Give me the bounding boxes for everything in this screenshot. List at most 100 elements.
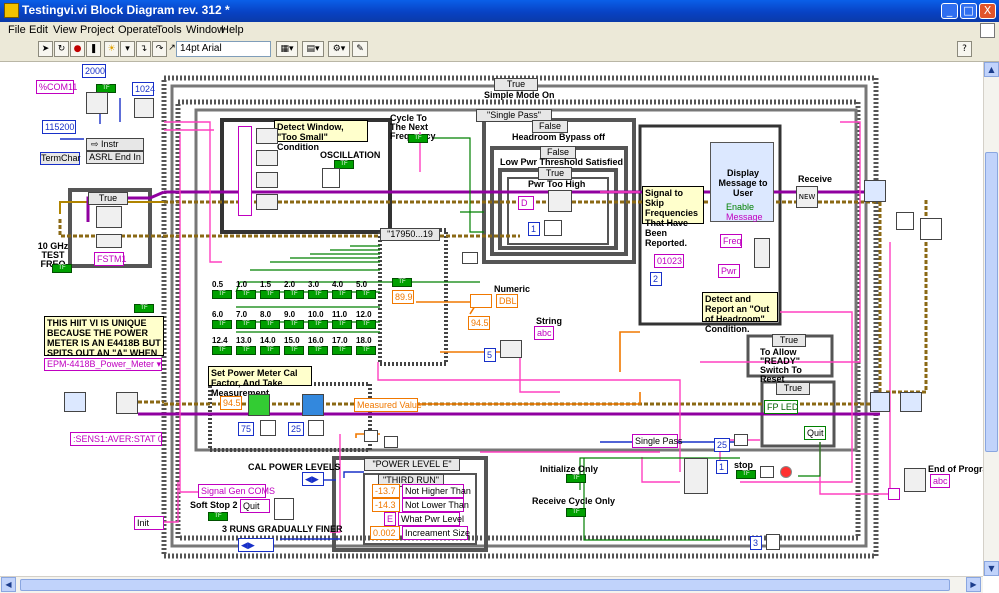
cycle-next-frequency-boolean[interactable]: TF bbox=[408, 134, 428, 143]
run-arrow-icon[interactable]: ➤ bbox=[38, 41, 53, 57]
index-three-constant[interactable]: 3 bbox=[750, 536, 762, 550]
freq-boolean[interactable]: TF bbox=[212, 290, 232, 299]
merge-errors-node[interactable] bbox=[896, 212, 914, 230]
block-diagram-canvas[interactable]: 2000 TF %COM11 1024 115200 ⇨ Instr ASRL … bbox=[0, 62, 983, 576]
freq-boolean[interactable]: TF bbox=[356, 320, 376, 329]
scroll-up-icon[interactable]: ▲ bbox=[984, 62, 999, 77]
distribute-objects-icon[interactable]: ▤▾ bbox=[302, 41, 324, 57]
abort-icon[interactable]: ● bbox=[70, 41, 85, 57]
signal-gen-coms-control[interactable]: Signal Gen COMS bbox=[198, 484, 275, 498]
loop-stop-terminal-icon[interactable] bbox=[780, 466, 792, 478]
case-selector-power-level[interactable]: "POWER LEVEL E" bbox=[364, 458, 460, 471]
sens-aver-stat-string[interactable]: :SENS1:AVER:STAT 0 bbox=[70, 432, 163, 446]
pwr-local[interactable]: Pwr bbox=[718, 264, 740, 278]
or-node-stop[interactable] bbox=[760, 466, 774, 478]
power-meter-measure-vi[interactable] bbox=[302, 394, 324, 416]
vertical-scrollbar[interactable]: ▲ ▼ bbox=[983, 62, 999, 576]
not-lower-than-local[interactable]: Not Lower Than bbox=[402, 498, 469, 512]
menu-view[interactable]: View bbox=[53, 24, 77, 36]
visa-write-inner-vi[interactable] bbox=[548, 190, 572, 212]
step-into-icon[interactable]: ↴ bbox=[136, 41, 151, 57]
freq-boolean[interactable]: TF bbox=[236, 320, 256, 329]
index-one-b-constant[interactable]: 1 bbox=[716, 460, 728, 474]
freq-boolean[interactable]: TF bbox=[308, 320, 328, 329]
freq-boolean[interactable]: TF bbox=[212, 320, 232, 329]
freq-boolean[interactable]: TF bbox=[356, 346, 376, 355]
freq-boolean[interactable]: TF bbox=[332, 290, 352, 299]
menu-tools[interactable]: Tools bbox=[156, 24, 182, 36]
or-gate-left[interactable] bbox=[274, 498, 294, 520]
menu-file[interactable]: File bbox=[8, 24, 26, 36]
wait-ms-icon-2[interactable] bbox=[260, 420, 276, 436]
case-selector-true-3[interactable]: True bbox=[776, 382, 810, 395]
receive-cycle-only-boolean[interactable]: TF bbox=[566, 508, 586, 517]
end-of-program-indicator[interactable]: abc bbox=[930, 474, 950, 488]
increment-size-local[interactable]: Increament Size bbox=[402, 526, 470, 540]
quit-right-local[interactable]: Quit bbox=[804, 426, 826, 440]
visa-close-right-vi[interactable] bbox=[900, 392, 922, 412]
epm-power-meter-resource[interactable]: EPM-4418B_Power_Meter ▾ bbox=[44, 358, 162, 371]
runs-numeric-constant[interactable]: ◀▶ bbox=[238, 538, 274, 552]
freq-boolean[interactable]: TF bbox=[284, 346, 304, 355]
format-string-node[interactable] bbox=[500, 340, 522, 358]
concatenate-strings-node[interactable] bbox=[754, 238, 770, 268]
visa-write-power-meter-vi[interactable] bbox=[116, 392, 138, 414]
index-25-constant[interactable]: 25 bbox=[714, 438, 730, 452]
select-node-orange[interactable] bbox=[470, 294, 492, 308]
fp-led-local[interactable]: FP LED bbox=[764, 400, 798, 414]
wait-ms-icon-3[interactable] bbox=[308, 420, 324, 436]
menu-operate[interactable]: Operate bbox=[118, 24, 158, 36]
menu-edit[interactable]: Edit bbox=[29, 24, 48, 36]
init-control[interactable]: Init bbox=[134, 516, 164, 530]
compare-node-3[interactable] bbox=[256, 172, 278, 188]
code-01023-string[interactable]: 01023 bbox=[654, 254, 684, 268]
numeric-constant-94-5[interactable]: 94.5 bbox=[468, 316, 490, 330]
compare-node-2[interactable] bbox=[256, 150, 278, 166]
index-one-constant[interactable]: 1 bbox=[528, 222, 540, 236]
freq-boolean[interactable]: TF bbox=[260, 346, 280, 355]
visa-set-buffer-vi[interactable] bbox=[134, 98, 154, 118]
case-selector-frequency[interactable]: "17950...19 bbox=[380, 228, 440, 241]
power-meter-cal-vi[interactable] bbox=[248, 394, 270, 416]
measured-value-indicator[interactable]: Measured Value bbox=[354, 398, 422, 412]
compare-node-4[interactable] bbox=[256, 194, 278, 210]
fstm1-string-constant[interactable]: FSTM1 bbox=[94, 252, 127, 266]
wait-25-constant[interactable]: 25 bbox=[288, 422, 304, 436]
quit-left-local[interactable]: Quit bbox=[240, 499, 270, 513]
equal-node[interactable] bbox=[734, 434, 748, 446]
freq-boolean[interactable]: TF bbox=[284, 290, 304, 299]
or-gate-oscillation[interactable] bbox=[322, 168, 340, 188]
freq-boolean[interactable]: TF bbox=[356, 290, 376, 299]
minimize-button[interactable]: _ bbox=[941, 3, 958, 19]
freq-boolean[interactable]: TF bbox=[260, 320, 280, 329]
single-pass-local[interactable]: Single Pass bbox=[632, 434, 683, 448]
menu-help[interactable]: Help bbox=[221, 24, 244, 36]
case-selector-true-left[interactable]: True bbox=[88, 192, 128, 205]
highlight-execution-icon[interactable]: ☀ bbox=[104, 41, 119, 57]
menu-window[interactable]: Window bbox=[186, 24, 225, 36]
array-index-node[interactable] bbox=[888, 488, 900, 500]
font-selector[interactable]: 14pt Arial bbox=[176, 41, 271, 57]
reorder-icon[interactable]: ⚙▾ bbox=[328, 41, 350, 57]
wait-ms-icon[interactable] bbox=[544, 220, 562, 236]
index-two-constant[interactable]: 2 bbox=[650, 272, 662, 286]
e-string-constant[interactable]: E bbox=[384, 512, 396, 526]
horizontal-scrollbar[interactable]: ◀ ▶ bbox=[0, 576, 983, 593]
termchar-enum[interactable]: TermChar bbox=[40, 152, 81, 165]
visa-write-vi[interactable] bbox=[96, 206, 122, 228]
simple-error-handler-vi[interactable] bbox=[920, 218, 942, 240]
menu-project[interactable]: Project bbox=[80, 24, 114, 36]
step-out-icon[interactable]: ↗ bbox=[168, 41, 176, 57]
scroll-down-icon[interactable]: ▼ bbox=[984, 561, 999, 576]
what-pwr-level-local[interactable]: What Pwr Level bbox=[398, 512, 464, 526]
freq-case-boolean[interactable]: TF bbox=[392, 278, 412, 287]
buffer-size-constant[interactable]: 1024 bbox=[132, 82, 155, 96]
timeout-constant[interactable]: 2000 bbox=[82, 64, 106, 78]
freq-boolean[interactable]: TF bbox=[332, 320, 352, 329]
greater-than-node[interactable] bbox=[384, 436, 398, 448]
soft-stop-boolean[interactable]: TF bbox=[208, 512, 228, 521]
not-higher-than-local[interactable]: Not Higher Than bbox=[402, 484, 471, 498]
window-input-array[interactable] bbox=[238, 126, 252, 216]
freq-boolean[interactable]: TF bbox=[260, 290, 280, 299]
freq-boolean[interactable]: TF bbox=[212, 346, 232, 355]
